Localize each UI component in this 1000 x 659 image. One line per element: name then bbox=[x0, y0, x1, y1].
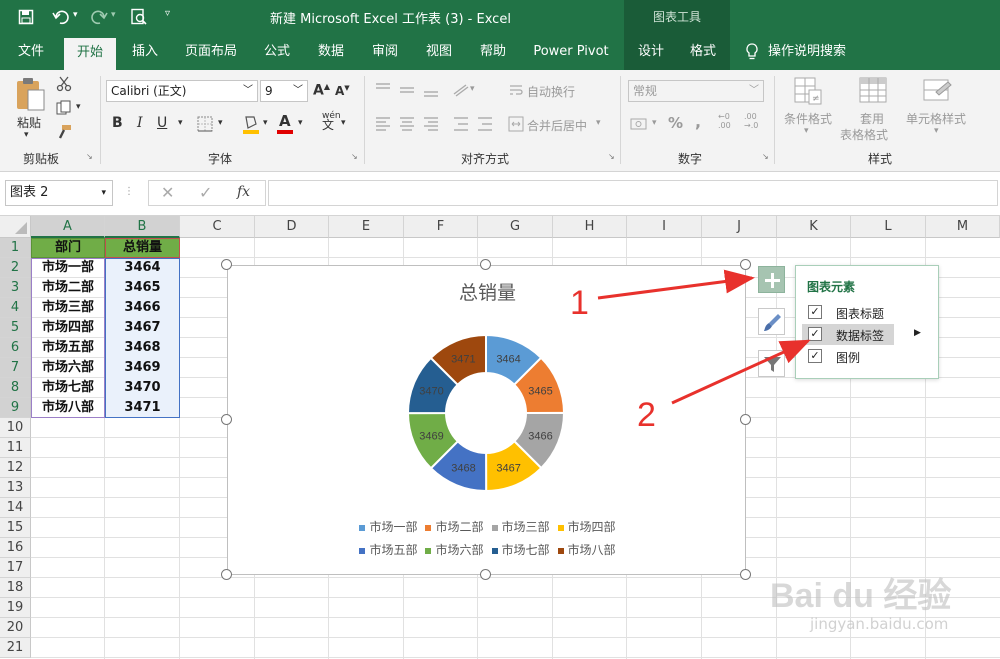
annotation-number-two: 2 bbox=[637, 396, 656, 434]
watermark-logo: Bai du 经验 bbox=[770, 577, 952, 615]
annotation-arrows bbox=[597, 269, 811, 405]
watermark-url: jingyan.baidu.com bbox=[810, 615, 949, 633]
arrow-one bbox=[597, 269, 755, 300]
arrow-two bbox=[671, 339, 811, 405]
annotation-number-one: 1 bbox=[570, 284, 589, 322]
